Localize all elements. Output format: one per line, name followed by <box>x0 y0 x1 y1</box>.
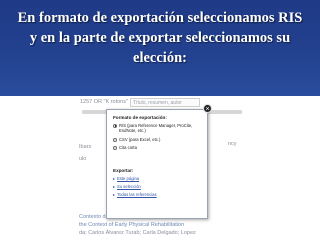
bg-side-text-3: ncy <box>228 141 237 147</box>
arrow-right-icon <box>113 177 115 180</box>
slide-title: En formato de exportación seleccionamos … <box>8 8 312 68</box>
option-csv-label: CSV (para Excel, etc.) <box>119 137 161 142</box>
slide-title-line-2: y en la parte de exportar seleccionamos … <box>29 30 291 46</box>
slide-title-line-1: En formato de exportación seleccionamos … <box>17 10 303 26</box>
option-ris-label: RIS (para Reference Manager, ProCite, En… <box>119 123 193 133</box>
bg-side-text-1: Ibars <box>79 144 92 150</box>
arrow-right-icon <box>113 193 115 196</box>
export-all-link[interactable]: Todas las referencias <box>113 192 157 197</box>
radio-icon[interactable] <box>113 145 117 150</box>
option-ris[interactable]: RIS (para Reference Manager, ProCite, En… <box>113 123 201 133</box>
arrow-right-icon <box>113 185 115 188</box>
bg-header-text: 1257 OR "K rotons" <box>80 99 128 105</box>
slide-title-line-3: elección: <box>133 50 187 66</box>
export-format-dialog: Formato de exportación: RIS (para Refere… <box>106 109 208 219</box>
export-selection-link[interactable]: Su selección <box>113 184 141 189</box>
bg-side-text-2: ulo <box>79 156 87 162</box>
option-short-cite-label: Cita corta <box>119 145 137 150</box>
bg-result-authors: da; Carlos Álvarez Turab; Carla Delgado;… <box>79 230 196 236</box>
export-this-page-label[interactable]: Este página <box>117 176 139 181</box>
search-input[interactable]: Título, resumen, autor <box>130 98 200 107</box>
slide-title-banner: En formato de exportación seleccionamos … <box>0 0 320 96</box>
export-this-page-link[interactable]: Este página <box>113 176 139 181</box>
bg-result-title-2[interactable]: the Context of Early Physical Rehabilita… <box>79 222 184 228</box>
radio-selected-icon[interactable] <box>113 123 117 128</box>
close-icon[interactable]: × <box>203 104 212 113</box>
radio-icon[interactable] <box>113 137 117 142</box>
option-csv[interactable]: CSV (para Excel, etc.) <box>113 137 160 142</box>
export-selection-label[interactable]: Su selección <box>117 184 141 189</box>
option-short-cite[interactable]: Cita corta <box>113 145 137 150</box>
export-all-label[interactable]: Todas las referencias <box>117 192 157 197</box>
export-format-title: Formato de exportación: <box>113 115 167 120</box>
export-title: Exportar: <box>113 168 134 173</box>
